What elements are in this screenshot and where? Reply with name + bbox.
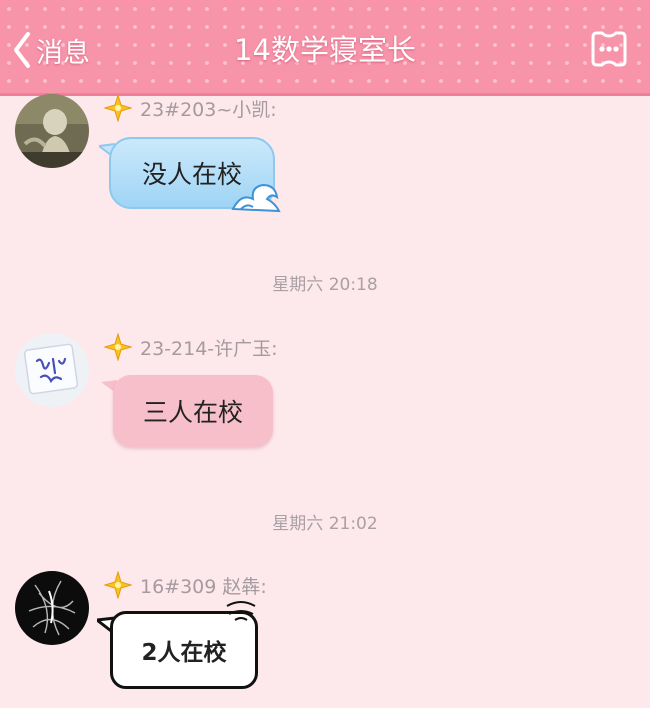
- sender-name: 23-214-许广玉:: [140, 337, 278, 360]
- message-text: 2人在校: [141, 640, 227, 666]
- sender-name: 23#203~小凯:: [140, 98, 277, 121]
- avatar[interactable]: [15, 94, 89, 168]
- sweat-doodle-icon: [226, 601, 256, 621]
- message-bubble[interactable]: 没人在校: [109, 137, 281, 213]
- wave-decoration-icon: [231, 183, 281, 213]
- sparkle-badge-icon: [104, 333, 132, 361]
- sparkle-badge-icon: [104, 571, 132, 599]
- chat-header: 消息 14数学寝室长: [0, 0, 650, 96]
- message-text: 三人在校: [142, 398, 243, 427]
- timestamp: 星期六 21:02: [272, 514, 378, 534]
- more-options-icon: [591, 31, 627, 67]
- avatar[interactable]: [15, 571, 89, 645]
- more-options-button[interactable]: [588, 31, 630, 67]
- message-sender: 23#203~小凯:: [104, 94, 277, 122]
- message-text: 没人在校: [141, 160, 242, 189]
- sender-name: 16#309 赵犇:: [140, 575, 267, 598]
- avatar[interactable]: [15, 333, 89, 407]
- sparkle-badge-icon: [104, 94, 132, 122]
- message-sender: 23-214-许广玉:: [104, 333, 278, 361]
- message-bubble[interactable]: 三人在校: [113, 375, 273, 447]
- message-bubble[interactable]: 2人在校: [110, 601, 258, 689]
- chat-title: 14数学寝室长: [234, 33, 416, 67]
- timestamp: 星期六 20:18: [272, 275, 378, 295]
- message-sender: 16#309 赵犇:: [104, 571, 267, 599]
